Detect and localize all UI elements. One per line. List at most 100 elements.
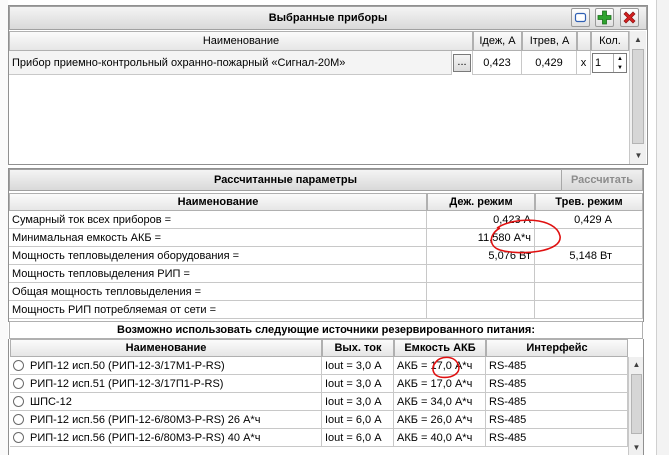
- scroll-up-icon[interactable]: ▲: [631, 32, 646, 47]
- sources-col-output[interactable]: Вых. ток: [322, 339, 394, 357]
- spin-up-icon[interactable]: ▲: [614, 54, 626, 63]
- scroll-up-icon[interactable]: ▲: [629, 357, 644, 372]
- add-icon: [597, 10, 612, 25]
- params-col-idle-text: Деж. режим: [449, 196, 513, 208]
- sources-list-scrollbar[interactable]: ▲ ▼: [628, 357, 643, 455]
- col-header-spacer: [577, 31, 591, 51]
- params-col-idle: Деж. режим: [427, 193, 535, 211]
- col-header-qty[interactable]: Кол.: [591, 31, 629, 51]
- times-sign: x: [577, 51, 591, 75]
- source-interface-text: RS-485: [489, 413, 527, 426]
- calculate-button-label: Рассчитать: [570, 174, 634, 186]
- sources-title: Возможно использовать следующие источник…: [9, 321, 643, 339]
- delete-device-button[interactable]: [620, 8, 639, 27]
- source-radio[interactable]: [13, 432, 24, 443]
- source-output: Iout = 3,0 А: [322, 357, 394, 375]
- browse-device-button[interactable]: ...: [453, 54, 471, 72]
- spin-down-icon[interactable]: ▼: [614, 63, 626, 72]
- col-header-alarm-text: Iтрев, А: [529, 35, 570, 47]
- device-name-text: Прибор приемно-контрольный охранно-пожар…: [12, 56, 346, 69]
- source-row[interactable]: РИП-12 исп.50 (РИП-12-3/17М1-Р-RS) Iout …: [10, 357, 628, 375]
- source-output: Iout = 6,0 А: [322, 429, 394, 447]
- params-col-name-text: Наименование: [177, 196, 259, 208]
- sources-col-interface-text: Интерфейс: [526, 342, 588, 354]
- col-header-idle-current[interactable]: Iдеж, А: [473, 31, 522, 51]
- source-radio[interactable]: [13, 378, 24, 389]
- source-name-cell[interactable]: РИП-12 исп.56 (РИП-12-6/80М3-Р-RS) 40 А*…: [10, 429, 322, 447]
- source-capacity: АКБ = 17,0 А*ч: [394, 357, 486, 375]
- col-header-name-text: Наименование: [202, 35, 280, 47]
- sources-title-text: Возможно использовать следующие источник…: [117, 324, 535, 336]
- param-idle-value: [427, 265, 535, 283]
- quantity-stepper[interactable]: 1 ▲ ▼: [592, 53, 627, 73]
- scroll-down-icon[interactable]: ▼: [631, 148, 646, 163]
- sources-col-name[interactable]: Наименование: [10, 339, 322, 357]
- selected-list-scrollbar[interactable]: ▲ ▼: [629, 31, 646, 164]
- source-radio[interactable]: [13, 414, 24, 425]
- param-name-text: Мощность тепловыделения оборудования =: [12, 249, 240, 262]
- copy-icon: [574, 12, 587, 23]
- param-alarm-value: [535, 301, 643, 319]
- selected-device-row[interactable]: Прибор приемно-контрольный охранно-пожар…: [9, 51, 629, 75]
- source-output-text: Iout = 3,0 А: [325, 377, 382, 390]
- source-name-cell[interactable]: ШПС-12: [10, 393, 322, 411]
- quantity-value[interactable]: 1: [593, 54, 613, 72]
- source-output: Iout = 3,0 А: [322, 375, 394, 393]
- source-name-text: РИП-12 исп.50 (РИП-12-3/17М1-Р-RS): [30, 359, 225, 372]
- param-name-text: Мощность РИП потребляемая от сети =: [12, 303, 217, 316]
- source-row[interactable]: РИП-12 исп.51 (РИП-12-3/17П1-Р-RS) Iout …: [10, 375, 628, 393]
- quantity-spin[interactable]: ▲ ▼: [613, 54, 626, 72]
- param-name: Общая мощность тепловыделения =: [9, 283, 427, 301]
- source-output-text: Iout = 6,0 А: [325, 431, 382, 444]
- source-capacity: АКБ = 17,0 А*ч: [394, 375, 486, 393]
- param-name-text: Общая мощность тепловыделения =: [12, 285, 202, 298]
- sources-col-capacity-text: Емкость АКБ: [404, 342, 476, 354]
- source-output: Iout = 6,0 А: [322, 411, 394, 429]
- param-alarm-value: [535, 283, 643, 301]
- device-alarm-current[interactable]: 0,429: [522, 51, 577, 75]
- source-name-cell[interactable]: РИП-12 исп.56 (РИП-12-6/80М3-Р-RS) 26 А*…: [10, 411, 322, 429]
- sources-col-output-text: Вых. ток: [334, 342, 382, 354]
- source-capacity-text: АКБ = 17,0 А*ч: [397, 359, 473, 372]
- param-alarm-text: 0,429 А: [574, 213, 612, 226]
- selected-devices-title: Выбранные приборы: [9, 6, 647, 30]
- source-interface-text: RS-485: [489, 377, 527, 390]
- sources-col-interface[interactable]: Интерфейс: [486, 339, 628, 357]
- source-capacity: АКБ = 40,0 А*ч: [394, 429, 486, 447]
- device-name-cell[interactable]: Прибор приемно-контрольный охранно-пожар…: [9, 51, 452, 75]
- col-header-idle-text: Iдеж, А: [479, 35, 516, 47]
- param-alarm-value: 0,429 А: [535, 211, 643, 229]
- scroll-thumb[interactable]: [631, 374, 642, 434]
- source-row[interactable]: РИП-12 исп.56 (РИП-12-6/80М3-Р-RS) 40 А*…: [10, 429, 628, 447]
- calculate-button[interactable]: Рассчитать: [561, 169, 643, 191]
- device-idle-current[interactable]: 0,423: [473, 51, 522, 75]
- device-alarm-current-text: 0,429: [535, 56, 563, 69]
- add-device-button[interactable]: [595, 8, 614, 27]
- source-row[interactable]: РИП-12 исп.56 (РИП-12-6/80М3-Р-RS) 26 А*…: [10, 411, 628, 429]
- selected-devices-title-text: Выбранные приборы: [268, 12, 388, 24]
- sources-col-capacity[interactable]: Емкость АКБ: [394, 339, 486, 357]
- copy-device-button[interactable]: [571, 8, 590, 27]
- col-header-name[interactable]: Наименование: [9, 31, 473, 51]
- source-capacity-text: АКБ = 26,0 А*ч: [397, 413, 473, 426]
- source-interface: RS-485: [486, 429, 628, 447]
- source-interface: RS-485: [486, 375, 628, 393]
- source-output-text: Iout = 6,0 А: [325, 413, 382, 426]
- source-name-cell[interactable]: РИП-12 исп.51 (РИП-12-3/17П1-Р-RS): [10, 375, 322, 393]
- source-name-cell[interactable]: РИП-12 исп.50 (РИП-12-3/17М1-Р-RS): [10, 357, 322, 375]
- source-row[interactable]: ШПС-12 Iout = 3,0 А АКБ = 34,0 А*ч RS-48…: [10, 393, 628, 411]
- scroll-down-icon[interactable]: ▼: [629, 440, 644, 455]
- col-header-alarm-current[interactable]: Iтрев, А: [522, 31, 577, 51]
- scroll-thumb[interactable]: [632, 49, 644, 144]
- param-idle-text: 5,076 Вт: [488, 249, 531, 262]
- source-capacity-text: АКБ = 40,0 А*ч: [397, 431, 473, 444]
- params-col-alarm-text: Трев. режим: [555, 196, 623, 208]
- params-title: Рассчитанные параметры: [9, 169, 561, 191]
- params-col-alarm: Трев. режим: [535, 193, 643, 211]
- param-name: Минимальная емкость АКБ =: [9, 229, 427, 247]
- source-interface-text: RS-485: [489, 359, 527, 372]
- source-radio[interactable]: [13, 396, 24, 407]
- params-title-text: Рассчитанные параметры: [214, 174, 357, 186]
- source-radio[interactable]: [13, 360, 24, 371]
- param-name-text: Мощность тепловыделения РИП =: [12, 267, 190, 280]
